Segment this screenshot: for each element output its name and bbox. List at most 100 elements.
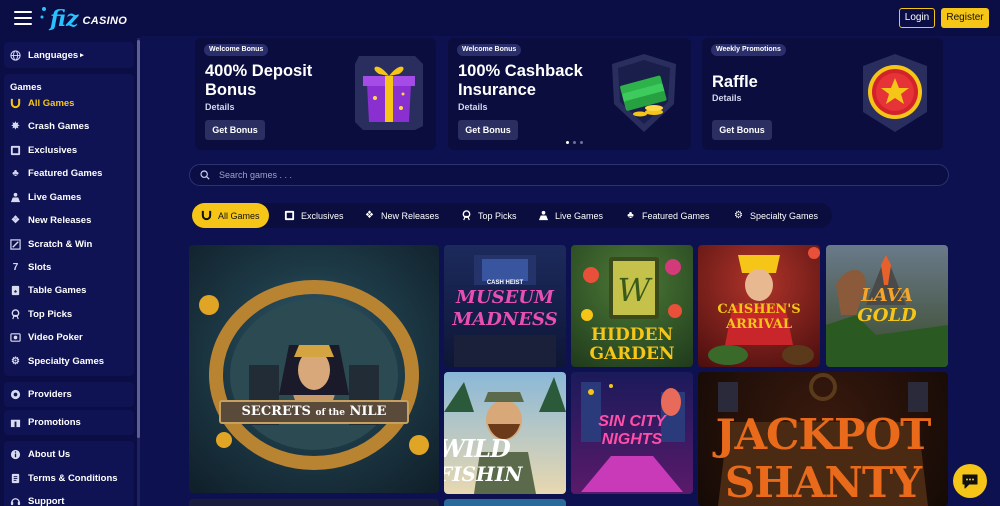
tab-label: Top Picks <box>478 210 517 221</box>
login-button[interactable]: Login <box>899 8 935 28</box>
sidebar-scrollbar-thumb[interactable] <box>137 40 140 438</box>
promo-tag: Weekly Promotions <box>711 44 786 56</box>
game-tile-partial[interactable] <box>444 499 566 506</box>
sidebar-item-top-picks[interactable]: Top Picks <box>10 306 72 322</box>
languages-menu[interactable]: Languages ▸ <box>10 47 84 63</box>
sidebar-item-specialty-games[interactable]: ⚙ Specialty Games <box>10 353 104 369</box>
game-title: JACKPOT <box>715 410 932 459</box>
get-bonus-button[interactable]: Get Bonus <box>205 120 265 140</box>
sidebar-item-featured-games[interactable]: ♣ Featured Games <box>10 165 102 181</box>
promo-card-raffle[interactable]: Weekly Promotions Raffle Details Get Bon… <box>702 38 943 150</box>
game-title: HIDDEN <box>591 325 673 345</box>
sidebar-item-new-releases[interactable]: ❖ New Releases <box>10 212 91 228</box>
game-title: MADNESS <box>452 309 558 330</box>
svg-text:♠: ♠ <box>14 288 17 294</box>
gift-box-icon <box>355 56 423 130</box>
logo[interactable]: fiz CASINO <box>40 6 127 32</box>
game-tile-hidden-garden[interactable]: W HIDDEN GARDEN <box>571 245 693 367</box>
game-title: NIGHTS <box>601 431 663 448</box>
sidebar-item-all-games[interactable]: All Games <box>10 95 74 111</box>
clover-icon: ♣ <box>627 210 634 221</box>
carousel-dot[interactable] <box>566 141 569 144</box>
tab-live-games[interactable]: Live Games <box>538 203 603 228</box>
logo-dots-icon <box>40 7 46 19</box>
game-title: ARRIVAL <box>725 317 793 332</box>
promo-card-deposit-bonus[interactable]: Welcome Bonus 400% Deposit Bonus Details… <box>195 38 436 150</box>
providers-icon <box>10 389 21 400</box>
carousel-indicator[interactable] <box>566 141 583 144</box>
star-coin-icon <box>863 54 927 132</box>
game-title: SECRETS of the NILE <box>241 404 387 419</box>
sidebar-item-video-poker[interactable]: Video Poker <box>10 329 83 345</box>
exclusive-icon <box>284 210 295 221</box>
horseshoe-icon <box>201 210 212 221</box>
sidebar-item-scratch-win[interactable]: Scratch & Win <box>10 236 92 252</box>
sidebar-item-support[interactable]: Support <box>10 493 64 506</box>
sidebar-item-label: Specialty Games <box>28 355 105 367</box>
svg-text:W: W <box>618 271 654 309</box>
game-tile-lava-gold[interactable]: LAVA GOLD <box>826 245 948 367</box>
game-tile-sin-city-nights[interactable]: SIN CITY NIGHTS <box>571 372 693 494</box>
sidebar-item-label: Exclusives <box>28 144 78 156</box>
seven-icon: 7 <box>12 261 19 273</box>
sidebar-item-live-games[interactable]: Live Games <box>10 189 81 205</box>
sidebar-item-label: All Games <box>28 97 75 109</box>
promo-details-link[interactable]: Details <box>712 93 742 103</box>
tab-exclusives[interactable]: Exclusives <box>284 203 344 228</box>
search-input[interactable] <box>219 170 819 180</box>
tab-label: Specialty Games <box>750 210 819 221</box>
tab-label: Exclusives <box>301 210 344 221</box>
promo-details-link[interactable]: Details <box>205 102 235 112</box>
tab-all-games[interactable]: All Games <box>192 203 269 228</box>
support-icon <box>10 496 21 506</box>
promo-tag: Welcome Bonus <box>204 44 269 56</box>
logo-main-text: fiz <box>50 6 79 32</box>
money-stack-icon <box>612 54 676 132</box>
games-heading: Games <box>10 82 42 93</box>
sidebar-item-providers[interactable]: Providers <box>10 386 72 402</box>
chat-button[interactable] <box>953 464 987 498</box>
game-tile-wild-fishin[interactable]: WILD FISHIN <box>444 372 566 494</box>
sidebar-item-about-us[interactable]: About Us <box>10 446 70 462</box>
explosion-icon: ✸ <box>11 120 20 132</box>
chat-icon <box>962 474 978 489</box>
promo-card-cashback[interactable]: Welcome Bonus 100% Cashback Insurance De… <box>448 38 691 150</box>
clover-icon: ♣ <box>12 167 19 179</box>
cards-icon: ♠ <box>10 285 21 296</box>
top-bar: fiz CASINO Login Register <box>0 0 1000 36</box>
carousel-dot[interactable] <box>573 141 576 144</box>
game-tile-museum-madness[interactable]: CASH HEIST MUSEUM MADNESS <box>444 245 566 367</box>
globe-icon <box>10 49 21 61</box>
register-button[interactable]: Register <box>941 8 989 28</box>
menu-icon[interactable] <box>14 11 32 25</box>
sidebar-item-table-games[interactable]: ♠ Table Games <box>10 282 86 298</box>
game-tile-partial[interactable] <box>189 499 439 506</box>
search-bar[interactable] <box>189 164 949 186</box>
sidebar-item-crash-games[interactable]: ✸ Crash Games <box>10 118 89 134</box>
tab-top-picks[interactable]: Top Picks <box>461 203 517 228</box>
sidebar-item-label: Providers <box>28 388 72 400</box>
get-bonus-button[interactable]: Get Bonus <box>458 120 518 140</box>
get-bonus-button[interactable]: Get Bonus <box>712 120 772 140</box>
poker-chip-icon <box>10 332 21 343</box>
sidebar-item-terms[interactable]: Terms & Conditions <box>10 470 118 486</box>
live-dealer-icon <box>538 210 549 221</box>
tab-featured-games[interactable]: ♣ Featured Games <box>625 203 709 228</box>
carousel-dot[interactable] <box>580 141 583 144</box>
trophy-icon <box>10 308 21 320</box>
sidebar-item-slots[interactable]: 7 Slots <box>10 259 52 275</box>
horseshoe-icon <box>10 98 21 109</box>
sidebar-item-label: Crash Games <box>28 120 90 132</box>
promo-title: 400% Deposit Bonus <box>205 62 313 99</box>
gear-icon: ⚙ <box>734 210 743 221</box>
sidebar-item-exclusives[interactable]: Exclusives <box>10 142 77 158</box>
game-tile-caishens-arrival[interactable]: CAISHEN'S ARRIVAL <box>698 245 820 367</box>
sidebar-item-promotions[interactable]: Promotions <box>10 414 81 430</box>
sidebar-item-label: Video Poker <box>28 331 83 343</box>
game-tile-jackpot-shanty[interactable]: JACKPOT SHANTY <box>698 372 948 506</box>
game-tile-secrets-of-the-nile[interactable]: SECRETS of the NILE <box>189 245 439 493</box>
tab-specialty-games[interactable]: ⚙ Specialty Games <box>733 203 818 228</box>
search-icon <box>200 170 210 180</box>
tab-new-releases[interactable]: ❖ New Releases <box>364 203 439 228</box>
promo-details-link[interactable]: Details <box>458 102 488 112</box>
